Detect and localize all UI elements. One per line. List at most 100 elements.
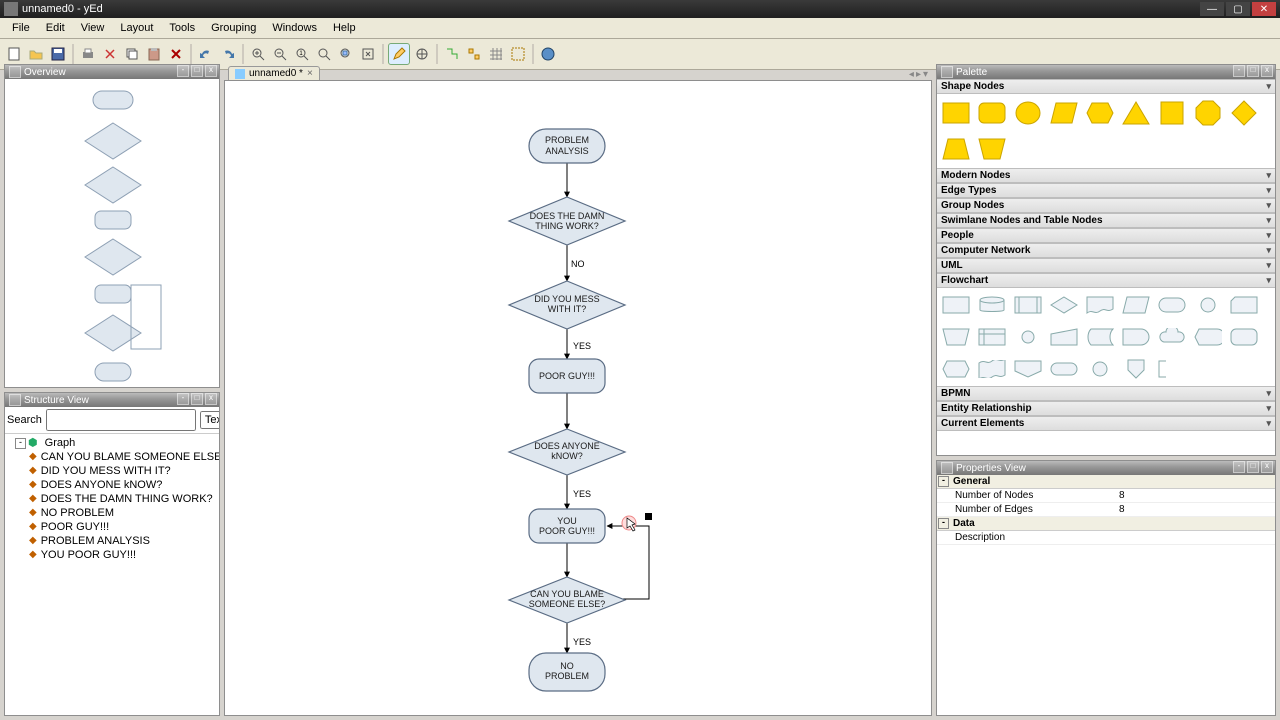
shape-ellipse[interactable] — [1013, 98, 1043, 128]
zoom-fit-button[interactable] — [314, 44, 334, 64]
tab-list-icon[interactable]: ▾ — [923, 69, 928, 80]
zoom-selection-button[interactable] — [336, 44, 356, 64]
menu-file[interactable]: File — [4, 20, 38, 36]
grid-button[interactable] — [486, 44, 506, 64]
fc-data-store[interactable] — [977, 292, 1007, 318]
fc-manual-op[interactable] — [941, 324, 971, 350]
document-tab[interactable]: unnamed0 * × — [228, 66, 320, 80]
menu-tools[interactable]: Tools — [161, 20, 203, 36]
tree-root[interactable]: Graph — [45, 436, 76, 450]
fc-connector[interactable] — [1193, 292, 1223, 318]
fc-manual-input[interactable] — [1049, 324, 1079, 350]
menu-edit[interactable]: Edit — [38, 20, 73, 36]
tree-item[interactable]: DOES ANYONE kNOW? — [41, 478, 163, 492]
shape-octagon[interactable] — [1193, 98, 1223, 128]
prop-group-general[interactable]: -General — [937, 475, 1275, 489]
palette-cat-shape-nodes[interactable]: Shape Nodes▾ — [937, 79, 1275, 94]
new-button[interactable] — [4, 44, 24, 64]
prop-desc-value[interactable] — [1117, 531, 1275, 544]
fc-cloud[interactable] — [1157, 324, 1187, 350]
tree-item[interactable]: DID YOU MESS WITH IT? — [41, 464, 171, 478]
palette-cat-er[interactable]: Entity Relationship▾ — [937, 401, 1275, 416]
fc-process[interactable] — [941, 292, 971, 318]
shape-square[interactable] — [1157, 98, 1187, 128]
close-button[interactable]: ✕ — [1252, 2, 1276, 16]
tab-next-icon[interactable]: ▸ — [916, 69, 921, 80]
menu-grouping[interactable]: Grouping — [203, 20, 264, 36]
shape-hexagon[interactable] — [1085, 98, 1115, 128]
tree-item[interactable]: PROBLEM ANALYSIS — [41, 534, 150, 548]
fc-pill[interactable] — [1049, 356, 1079, 382]
palette-cat-people[interactable]: People▾ — [937, 228, 1275, 243]
panel-close-icon[interactable]: x — [205, 65, 217, 77]
tab-close-icon[interactable]: × — [307, 68, 313, 79]
tree-item[interactable]: NO PROBLEM — [41, 506, 114, 520]
minimize-button[interactable]: — — [1200, 2, 1224, 16]
palette-cat-uml[interactable]: UML▾ — [937, 258, 1275, 273]
fc-subprocess[interactable] — [1013, 292, 1043, 318]
shape-triangle[interactable] — [1121, 98, 1151, 128]
fc-internal-storage[interactable] — [977, 324, 1007, 350]
tree-item[interactable]: DOES THE DAMN THING WORK? — [41, 492, 213, 506]
palette-cat-swimlane[interactable]: Swimlane Nodes and Table Nodes▾ — [937, 213, 1275, 228]
copy-button[interactable] — [122, 44, 142, 64]
save-button[interactable] — [48, 44, 68, 64]
fc-annotation[interactable] — [1157, 356, 1187, 382]
snap-button[interactable] — [464, 44, 484, 64]
fc-stored-data[interactable] — [1085, 324, 1115, 350]
fc-decision[interactable] — [1049, 292, 1079, 318]
fc-roundrect[interactable] — [1229, 324, 1259, 350]
palette-cat-flowchart[interactable]: Flowchart▾ — [937, 273, 1275, 288]
fc-delay[interactable] — [1121, 324, 1151, 350]
palette-cat-group[interactable]: Group Nodes▾ — [937, 198, 1275, 213]
fc-hexagon[interactable] — [941, 356, 971, 382]
fc-tape[interactable] — [977, 356, 1007, 382]
structure-tree[interactable]: -⬢ Graph ◆CAN YOU BLAME SOMEONE ELSE? ◆D… — [5, 434, 219, 564]
paste-button[interactable] — [144, 44, 164, 64]
open-button[interactable] — [26, 44, 46, 64]
delete-button[interactable] — [166, 44, 186, 64]
fc-display[interactable] — [1193, 324, 1223, 350]
fc-parallelogram[interactable] — [1121, 292, 1151, 318]
zoom-reset-button[interactable]: 1 — [292, 44, 312, 64]
shape-trapezoid2[interactable] — [977, 134, 1007, 164]
palette-cat-network[interactable]: Computer Network▾ — [937, 243, 1275, 258]
shape-diamond[interactable] — [1229, 98, 1259, 128]
zoom-in-button[interactable] — [248, 44, 268, 64]
prop-group-data[interactable]: -Data — [937, 517, 1275, 531]
fc-circle2[interactable] — [1085, 356, 1115, 382]
orthogonal-button[interactable] — [442, 44, 462, 64]
menu-view[interactable]: View — [73, 20, 113, 36]
fc-offpage[interactable] — [1013, 356, 1043, 382]
select-tool-button[interactable] — [508, 44, 528, 64]
shape-trapezoid[interactable] — [941, 134, 971, 164]
shape-rect[interactable] — [941, 98, 971, 128]
fc-document[interactable] — [1085, 292, 1115, 318]
shape-roundrect[interactable] — [977, 98, 1007, 128]
panel-max-icon[interactable]: □ — [191, 65, 203, 77]
fit-content-button[interactable] — [358, 44, 378, 64]
tree-item[interactable]: YOU POOR GUY!!! — [41, 548, 136, 562]
overview-canvas[interactable] — [5, 79, 219, 387]
palette-cat-bpmn[interactable]: BPMN▾ — [937, 386, 1275, 401]
web-button[interactable] — [538, 44, 558, 64]
palette-cat-modern[interactable]: Modern Nodes▾ — [937, 168, 1275, 183]
maximize-button[interactable]: ▢ — [1226, 2, 1250, 16]
undo-button[interactable] — [196, 44, 216, 64]
zoom-out-button[interactable] — [270, 44, 290, 64]
tab-prev-icon[interactable]: ◂ — [909, 69, 914, 80]
graph-canvas[interactable]: NO YES YES YES PROBLEM ANALYSIS DOES THE… — [224, 80, 932, 716]
panel-min-icon[interactable]: - — [177, 65, 189, 77]
print-button[interactable] — [78, 44, 98, 64]
palette-cat-edge[interactable]: Edge Types▾ — [937, 183, 1275, 198]
edit-mode-button[interactable] — [388, 43, 410, 65]
fc-terminator[interactable] — [1157, 292, 1187, 318]
menu-help[interactable]: Help — [325, 20, 364, 36]
structure-search-input[interactable] — [46, 409, 196, 431]
palette-cat-current[interactable]: Current Elements▾ — [937, 416, 1275, 431]
menu-windows[interactable]: Windows — [264, 20, 325, 36]
tree-item[interactable]: CAN YOU BLAME SOMEONE ELSE? — [41, 450, 219, 464]
tree-item[interactable]: POOR GUY!!! — [41, 520, 109, 534]
cut-button[interactable] — [100, 44, 120, 64]
fc-card[interactable] — [1229, 292, 1259, 318]
